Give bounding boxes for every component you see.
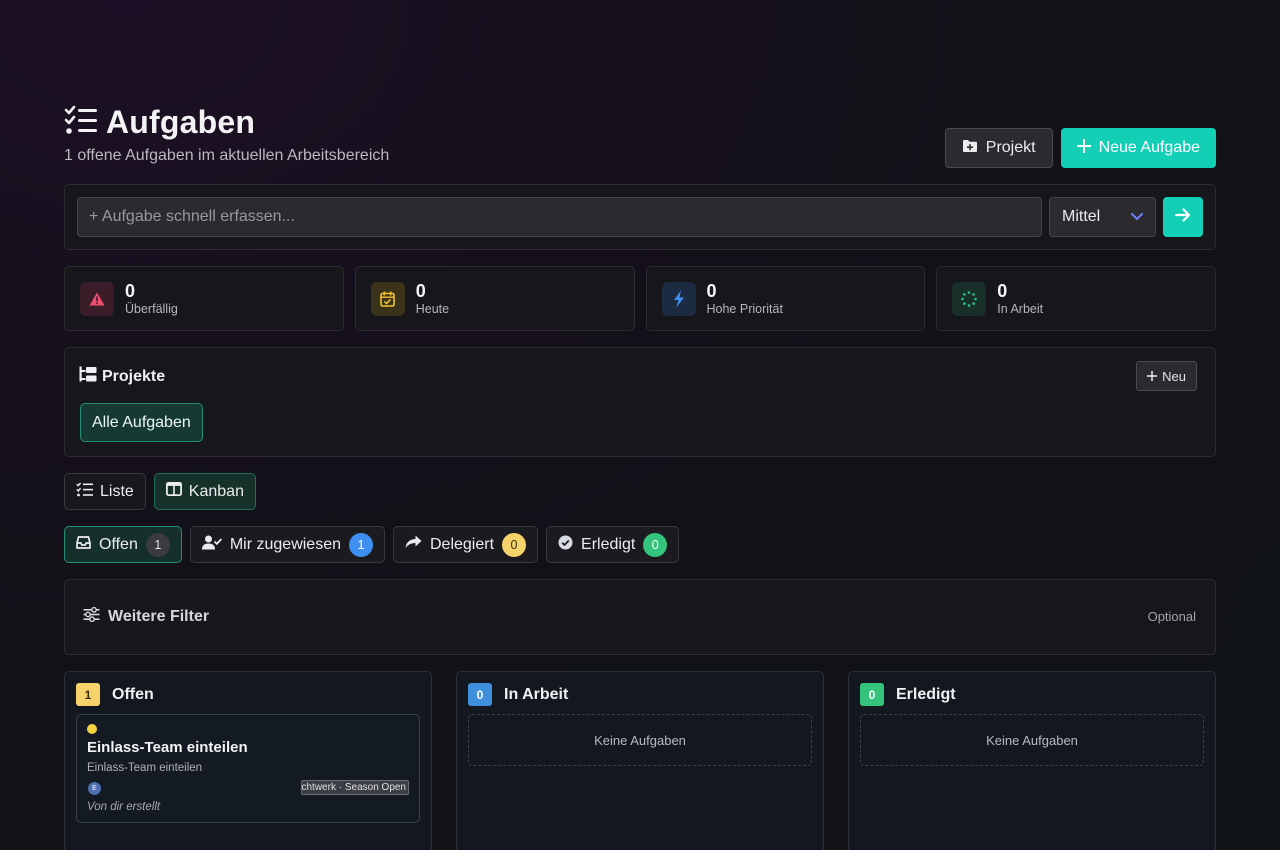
project-chip-all-tasks[interactable]: Alle Aufgaben — [80, 403, 203, 442]
tab-done-label: Erledigt — [581, 535, 636, 553]
page-title: Aufgaben — [106, 104, 256, 140]
stat-today-value: 0 — [415, 280, 426, 301]
new-task-label: Neue Aufgabe — [1098, 139, 1200, 156]
priority-select[interactable]: Mittel — [1049, 197, 1156, 237]
kanban-column-open: 1 Offen Einlass-Team einteilen Einlass-T… — [64, 671, 432, 850]
lightning-bolt-icon — [661, 281, 696, 316]
task-card-description: Einlass-Team einteilen — [87, 762, 203, 774]
stat-overdue[interactable]: 0 Überfällig — [64, 266, 344, 331]
kanban-column-done: 0 Erledigt Keine Aufgaben — [848, 671, 1216, 850]
new-project-label: Projekt — [985, 139, 1036, 156]
warning-triangle-icon — [80, 281, 114, 316]
spinner-icon — [952, 281, 987, 316]
stat-high-priority-value: 0 — [706, 280, 717, 301]
stat-high-priority[interactable]: 0 Hohe Priorität — [645, 266, 926, 331]
more-filters-optional-label: Optional — [1147, 609, 1196, 624]
column-open-title: Offen — [112, 685, 154, 703]
tab-open-label: Offen — [99, 535, 138, 553]
plus-icon — [1076, 138, 1091, 158]
column-empty-placeholder: Keine Aufgaben — [860, 714, 1204, 766]
quick-add-panel: Mittel — [64, 184, 1216, 250]
task-card-project-tag: chtwerk · Season Open — [301, 780, 409, 795]
column-in-progress-count: 0 — [468, 683, 492, 706]
stat-today-label: Heute — [415, 301, 450, 316]
chevron-down-icon — [1131, 208, 1143, 226]
tab-delegated[interactable]: Delegiert 0 — [393, 526, 539, 563]
new-project-small-button[interactable]: Neu — [1136, 361, 1197, 391]
quick-add-input[interactable] — [77, 197, 1042, 237]
stats-row: 0 Überfällig 0 Heute 0 Hohe Priorität 0 … — [64, 266, 1216, 331]
list-icon — [76, 481, 93, 502]
filter-tabs: Offen 1 Mir zugewiesen 1 Delegiert 0 Erl… — [64, 526, 680, 563]
user-check-icon — [201, 535, 222, 555]
view-kanban-label: Kanban — [188, 482, 244, 500]
tab-done[interactable]: Erledigt 0 — [546, 526, 680, 563]
stat-in-progress[interactable]: 0 In Arbeit — [936, 266, 1216, 331]
tab-open-count: 1 — [145, 532, 170, 557]
tab-delegated-label: Delegiert — [430, 535, 495, 553]
inbox-icon — [76, 535, 91, 554]
stat-in-progress-value: 0 — [997, 280, 1008, 301]
task-card-title: Einlass-Team einteilen — [87, 739, 248, 756]
more-filters-panel[interactable]: Weitere Filter Optional — [64, 579, 1216, 655]
avatar: E — [88, 782, 101, 795]
new-project-small-label: Neu — [1162, 368, 1186, 384]
project-tree-icon — [79, 366, 97, 387]
column-open-count: 1 — [76, 683, 100, 706]
priority-value: Mittel — [1062, 208, 1101, 225]
view-toggle: Liste Kanban — [64, 473, 256, 510]
more-filters-title: Weitere Filter — [108, 608, 210, 625]
stat-today[interactable]: 0 Heute — [354, 266, 635, 331]
column-in-progress-title: In Arbeit — [504, 685, 569, 703]
kanban-board: 1 Offen Einlass-Team einteilen Einlass-T… — [64, 671, 1216, 850]
tab-assigned-to-me-count: 1 — [349, 532, 373, 557]
quick-add-submit-button[interactable] — [1163, 197, 1203, 237]
column-empty-placeholder: Keine Aufgaben — [468, 714, 812, 766]
view-kanban-button[interactable]: Kanban — [153, 473, 256, 510]
kanban-board-icon — [165, 481, 182, 501]
tab-open[interactable]: Offen 1 — [64, 526, 182, 563]
task-card-meta: Von dir erstellt — [87, 801, 161, 813]
tab-delegated-count: 0 — [502, 532, 527, 557]
calendar-check-icon — [370, 281, 405, 316]
sliders-icon — [83, 606, 100, 627]
stat-in-progress-label: In Arbeit — [997, 301, 1044, 316]
projects-panel: Projekte Neu Alle Aufgaben — [64, 347, 1216, 457]
plus-icon — [1147, 369, 1158, 384]
tab-done-count: 0 — [643, 532, 668, 557]
new-project-button[interactable]: Projekt — [944, 128, 1053, 168]
share-arrow-icon — [405, 535, 422, 554]
column-done-count: 0 — [860, 683, 884, 706]
view-list-button[interactable]: Liste — [64, 473, 146, 510]
new-task-button[interactable]: Neue Aufgabe — [1060, 128, 1216, 168]
kanban-column-in-progress: 0 In Arbeit Keine Aufgaben — [456, 671, 824, 850]
tab-assigned-to-me-label: Mir zugewiesen — [229, 535, 341, 553]
stat-overdue-value: 0 — [125, 280, 136, 301]
task-list-icon — [64, 105, 98, 140]
view-list-label: Liste — [100, 482, 134, 500]
arrow-right-icon — [1174, 207, 1191, 227]
check-circle-icon — [558, 535, 573, 555]
stat-overdue-label: Überfällig — [125, 301, 178, 316]
projects-title: Projekte — [102, 367, 166, 385]
tab-assigned-to-me[interactable]: Mir zugewiesen 1 — [189, 526, 385, 563]
column-done-title: Erledigt — [896, 685, 956, 703]
stat-high-priority-label: Hohe Priorität — [706, 301, 783, 316]
folder-plus-icon — [962, 139, 978, 158]
priority-dot — [87, 724, 97, 734]
task-card[interactable]: Einlass-Team einteilen Einlass-Team eint… — [76, 714, 420, 823]
page-header: Aufgaben 1 offene Aufgaben im aktuellen … — [64, 104, 1216, 174]
